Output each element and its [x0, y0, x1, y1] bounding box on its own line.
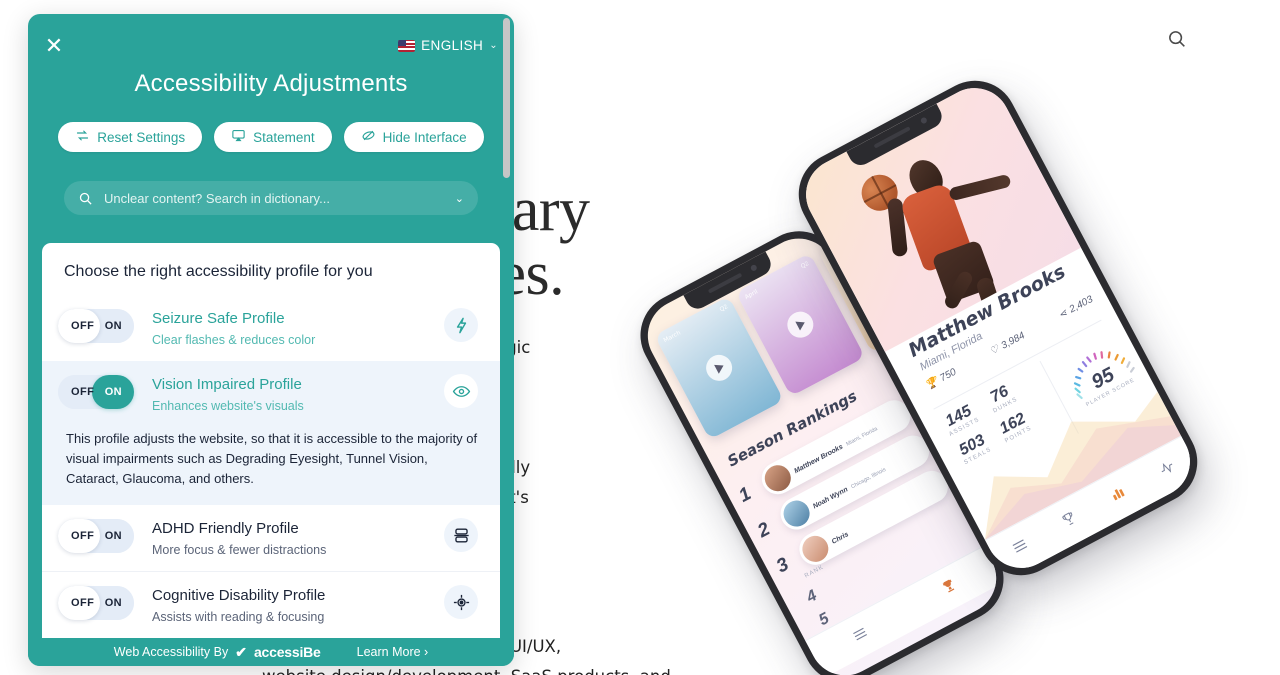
metric-value: 3,984	[999, 330, 1027, 352]
rank-player-location: Chicago, Illinois	[850, 466, 888, 491]
profile-title: Vision Impaired Profile	[152, 376, 302, 393]
metric-value: 750	[938, 366, 959, 385]
stat-dunks: 76 DUNKS	[984, 381, 1019, 415]
adhd-icon	[444, 518, 478, 552]
toggle-off-label: OFF	[71, 386, 95, 398]
hide-interface-label: Hide Interface	[382, 129, 467, 145]
metric-awards: 🏆 750	[924, 367, 958, 392]
profile-subtitle: Enhances website's visuals	[152, 399, 304, 413]
accessibility-panel: ✕ ENGLISH ⌄ Accessibility Adjustments Re…	[28, 14, 514, 666]
profile-title: Seizure Safe Profile	[152, 310, 285, 327]
close-icon[interactable]: ✕	[40, 32, 68, 60]
profile-subtitle: Clear flashes & reduces color	[152, 333, 316, 347]
rank-player-location: Miami, Florida	[845, 426, 879, 448]
trophy-icon: 🏆	[923, 376, 940, 392]
chevron-down-icon[interactable]: ⌄	[455, 192, 464, 205]
target-icon	[444, 585, 478, 619]
bolt-icon	[444, 308, 478, 342]
hide-interface-button[interactable]: Hide Interface	[343, 122, 484, 152]
menu-icon[interactable]	[1008, 533, 1035, 562]
toggle-off-label: OFF	[71, 597, 95, 609]
dictionary-search-bar[interactable]: ⌄	[64, 181, 478, 215]
toggle-cognitive-disability[interactable]: OFF ON	[58, 586, 134, 620]
rank-number: 4	[803, 587, 820, 607]
reset-settings-label: Reset Settings	[97, 129, 186, 145]
heart-icon: ♡	[988, 343, 1002, 358]
toggle-on-label: ON	[104, 320, 122, 332]
rank-player-name: Noah Wynn	[811, 486, 850, 511]
brand-name: accessiBe	[253, 644, 321, 660]
flag-icon	[398, 39, 416, 52]
reset-icon	[75, 128, 90, 146]
toggle-adhd[interactable]: OFF ON	[58, 519, 134, 553]
brand-group: Web Accessibility By ✔ accessiBe	[114, 644, 321, 661]
search-icon	[78, 191, 93, 206]
profile-row-seizure-safe[interactable]: OFF ON Seizure Safe Profile Clear flashe…	[42, 295, 500, 361]
panel-scrollbar[interactable]	[503, 18, 510, 178]
toggle-seizure-safe[interactable]: OFF ON	[58, 309, 134, 343]
profile-subtitle: More focus & fewer distractions	[152, 543, 327, 557]
footer-prefix: Web Accessibility By	[113, 645, 229, 659]
video-card-month: April	[743, 288, 760, 301]
learn-more-link[interactable]: Learn More ›	[357, 645, 429, 659]
profile-row-cognitive-disability[interactable]: OFF ON Cognitive Disability Profile Assi…	[42, 571, 500, 638]
toggle-on-label: ON	[104, 597, 122, 609]
menu-icon[interactable]	[848, 622, 873, 649]
chevron-down-icon: ⌄	[489, 40, 498, 51]
phone-mockup-group: March Q2 April Q2 May Q2	[625, 65, 1260, 675]
screen-root: revolutionary experiences. Our team has …	[0, 0, 1280, 675]
toggle-on-label: ON	[104, 530, 122, 542]
share-icon: ⋖	[1056, 307, 1070, 322]
hide-interface-icon	[361, 128, 376, 146]
metric-value: 2,403	[1067, 293, 1095, 316]
trophy-icon[interactable]	[938, 576, 961, 601]
panel-action-buttons: Reset Settings Statement Hide Interface	[28, 122, 514, 152]
panel-header: ✕ ENGLISH ⌄ Accessibility Adjustments Re…	[28, 14, 514, 224]
check-icon: ✔	[235, 643, 247, 660]
pulse-icon[interactable]	[1155, 456, 1180, 483]
profiles-card: Choose the right accessibility profile f…	[42, 243, 500, 666]
profile-title: ADHD Friendly Profile	[152, 520, 299, 537]
profile-row-vision-impaired[interactable]: OFF ON Vision Impaired Profile Enhances …	[42, 361, 500, 427]
metric-likes: ♡ 3,984	[988, 330, 1027, 358]
video-card-month: March	[662, 329, 682, 345]
search-icon[interactable]	[1166, 28, 1190, 52]
eye-icon	[444, 374, 478, 408]
reset-settings-button[interactable]: Reset Settings	[58, 122, 203, 152]
metric-shares: ⋖ 2,403	[1057, 294, 1095, 321]
panel-title: Accessibility Adjustments	[134, 70, 408, 97]
toggle-off-label: OFF	[71, 530, 95, 542]
bar-chart-icon[interactable]	[1107, 482, 1131, 508]
profile-subtitle: Assists with reading & focusing	[152, 610, 325, 624]
accessibe-footer: Web Accessibility By ✔ accessiBe Learn M…	[28, 638, 514, 666]
profile-row-adhd[interactable]: OFF ON ADHD Friendly Profile More focus …	[42, 505, 500, 571]
profile-title: Cognitive Disability Profile	[152, 587, 326, 604]
toggle-vision-impaired[interactable]: OFF ON	[58, 375, 134, 409]
play-icon[interactable]	[701, 350, 737, 386]
toggle-off-label: OFF	[71, 320, 95, 332]
video-card-quarter: Q2	[718, 304, 729, 314]
profile-description-vision-impaired: This profile adjusts the website, so tha…	[42, 427, 500, 505]
play-icon[interactable]	[782, 307, 818, 343]
language-label: ENGLISH	[421, 38, 484, 53]
statement-icon	[231, 128, 246, 146]
stat-assists: 145 ASSISTS	[940, 401, 981, 438]
trophy-icon[interactable]	[1058, 508, 1082, 534]
search-input[interactable]	[104, 190, 444, 206]
statement-button[interactable]: Statement	[214, 122, 332, 152]
language-selector[interactable]: ENGLISH ⌄	[398, 38, 498, 53]
profiles-heading: Choose the right accessibility profile f…	[64, 263, 373, 280]
toggle-on-label: ON	[104, 386, 122, 398]
rank-player-name: Chris	[830, 531, 850, 546]
phone-bottom-nav	[805, 545, 1004, 675]
statement-label: Statement	[253, 129, 315, 145]
video-card-quarter: Q2	[800, 260, 811, 271]
